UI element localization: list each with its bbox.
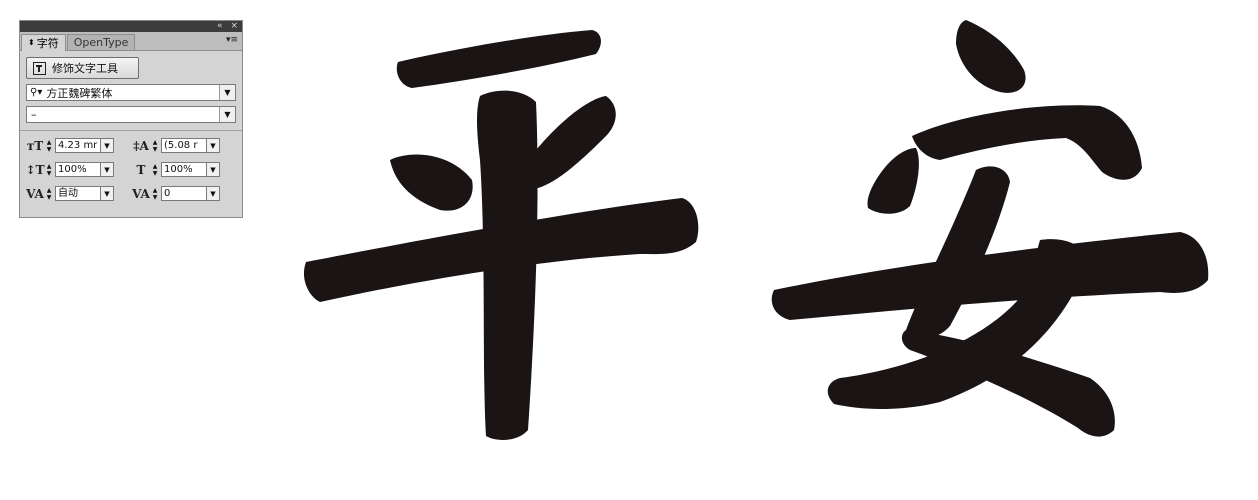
search-icon: ⚲▾ bbox=[30, 87, 43, 98]
tracking-icon: VA bbox=[132, 186, 150, 201]
font-size-input[interactable]: 4.23 mr bbox=[55, 138, 101, 153]
tracking-stepper[interactable]: ▲ ▼ bbox=[150, 186, 160, 201]
vertical-scale-icon: ↕T bbox=[25, 162, 45, 177]
vertical-scale-input[interactable]: 100% bbox=[55, 162, 101, 177]
chevron-down-icon[interactable]: ▼ bbox=[219, 85, 235, 100]
vertical-scale-field: ↕T ▲ ▼ 100% ▼ bbox=[26, 161, 122, 178]
leading-input[interactable]: (5.08 r bbox=[161, 138, 207, 153]
tracking-input[interactable]: 0 bbox=[161, 186, 207, 201]
font-size-icon: ᴛT bbox=[26, 138, 44, 153]
character-an bbox=[771, 20, 1209, 437]
character-panel: « × ⬍ 字符 OpenType ▾≡ 修饰文字工具 ⚲▾ 方正魏碑繁体 ▼ … bbox=[19, 20, 243, 218]
character-ping bbox=[303, 30, 699, 440]
panel-menu-icon[interactable]: ▾≡ bbox=[226, 35, 238, 45]
leading-dropdown[interactable]: ▼ bbox=[207, 138, 220, 153]
tab-opentype-label: OpenType bbox=[73, 36, 129, 49]
tracking-dropdown[interactable]: ▼ bbox=[207, 186, 220, 201]
panel-titlebar: « × bbox=[20, 21, 242, 32]
font-size-field: ᴛT ▲ ▼ 4.23 mr ▼ bbox=[26, 137, 122, 154]
tab-character-label: 字符 bbox=[36, 37, 59, 50]
kerning-stepper[interactable]: ▲ ▼ bbox=[44, 186, 54, 201]
tab-opentype[interactable]: OpenType bbox=[66, 34, 136, 50]
tab-character[interactable]: ⬍ 字符 bbox=[21, 34, 66, 51]
font-size-dropdown[interactable]: ▼ bbox=[101, 138, 114, 153]
tracking-field: VA ▲ ▼ 0 ▼ bbox=[132, 185, 228, 202]
horizontal-scale-icon: T bbox=[136, 162, 146, 177]
kerning-dropdown[interactable]: ▼ bbox=[101, 186, 114, 201]
close-icon[interactable]: × bbox=[230, 22, 238, 31]
text-frame-icon bbox=[33, 61, 46, 75]
kerning-icon: VA bbox=[26, 186, 44, 201]
horizontal-scale-dropdown[interactable]: ▼ bbox=[207, 162, 220, 177]
font-family-select[interactable]: ⚲▾ 方正魏碑繁体 ▼ bbox=[26, 84, 236, 101]
horizontal-scale-stepper[interactable]: ▲ ▼ bbox=[150, 162, 160, 177]
panel-tabs: ⬍ 字符 OpenType ▾≡ bbox=[20, 32, 242, 51]
divider bbox=[20, 130, 242, 131]
font-family-value: 方正魏碑繁体 bbox=[46, 86, 113, 100]
decorative-text-tool-button[interactable]: 修饰文字工具 bbox=[26, 57, 139, 79]
font-style-value: – bbox=[31, 108, 37, 121]
horizontal-scale-input[interactable]: 100% bbox=[161, 162, 207, 177]
font-style-select[interactable]: – ▼ bbox=[26, 106, 236, 123]
vertical-scale-dropdown[interactable]: ▼ bbox=[101, 162, 114, 177]
decorative-text-tool-label: 修饰文字工具 bbox=[52, 62, 118, 75]
updown-icon: ⬍ bbox=[28, 38, 35, 47]
kerning-field: VA ▲ ▼ 自动 ▼ bbox=[26, 185, 122, 202]
kerning-input[interactable]: 自动 bbox=[55, 186, 101, 201]
collapse-icon[interactable]: « bbox=[217, 22, 223, 31]
calligraphy-artwork bbox=[303, 20, 1209, 440]
vertical-scale-stepper[interactable]: ▲ ▼ bbox=[44, 162, 54, 177]
leading-stepper[interactable]: ▲ ▼ bbox=[150, 138, 160, 153]
leading-icon: ‡A bbox=[133, 138, 149, 153]
font-size-stepper[interactable]: ▲ ▼ bbox=[44, 138, 54, 153]
leading-field: ‡A ▲ ▼ (5.08 r ▼ bbox=[132, 137, 228, 154]
chevron-down-icon[interactable]: ▼ bbox=[219, 107, 235, 122]
horizontal-scale-field: T ▲ ▼ 100% ▼ bbox=[132, 161, 228, 178]
